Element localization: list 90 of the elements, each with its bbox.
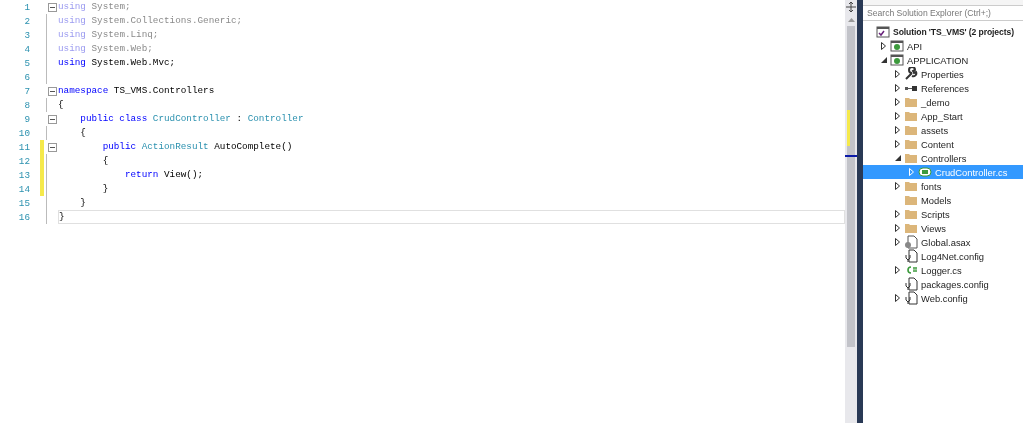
class-file-icon [918,165,932,179]
search-field[interactable]: Search Solution Explorer (Ctrl+;) [863,6,1023,21]
tree-item[interactable]: Properties [863,67,1023,81]
code-line: } [79,196,87,210]
tree-item[interactable]: App_Start [863,109,1023,123]
change-marker [847,110,850,146]
expand-icon[interactable] [895,140,900,148]
expand-icon[interactable] [895,112,900,120]
collapse-icon[interactable] [880,57,887,63]
line-number: 10 [17,127,31,139]
expand-icon[interactable] [895,126,900,134]
expand-icon[interactable] [881,42,886,50]
folder-icon [904,123,918,137]
tree-item[interactable]: Content [863,137,1023,151]
collapse-icon[interactable] [47,114,57,124]
collapse-icon[interactable] [47,142,57,152]
line-number: 12 [17,155,31,167]
expand-icon[interactable] [895,84,900,92]
expand-icon[interactable] [895,238,900,246]
expand-icon[interactable] [895,70,900,78]
tree-item[interactable]: Global.asax [863,235,1023,249]
expand-icon[interactable] [895,266,900,274]
tree-item[interactable]: Logger.cs [863,263,1023,277]
project-icon [890,39,904,53]
collapse-icon[interactable] [894,155,901,161]
code-line: { [101,154,110,168]
code-line: using System.Web.Mvc; [58,56,177,70]
tree-item[interactable]: Web.config [863,291,1023,305]
code-line: public class CrudController : Controller [79,112,305,126]
line-number: 2 [23,15,31,27]
line-number: 9 [23,113,31,125]
expand-icon[interactable] [895,210,900,218]
expand-icon[interactable] [895,182,900,190]
config-file-icon [904,249,918,263]
config-file-icon [904,277,918,291]
project-icon [890,53,904,67]
code-line: return View(); [123,168,205,182]
line-number: 11 [17,141,31,153]
line-number: 5 [23,57,31,69]
code-line: { [58,98,65,112]
code-line: namespace TS_VMS.Controllers [58,84,216,98]
tree-item[interactable]: fonts [863,179,1023,193]
tree-item[interactable]: References [863,81,1023,95]
tree-item[interactable]: Log4Net.config [863,249,1023,263]
line-number: 6 [23,71,31,83]
line-number: 14 [17,183,31,195]
tree-item[interactable]: Scripts [863,207,1023,221]
tree-item[interactable]: assets [863,123,1023,137]
expand-icon[interactable] [895,224,900,232]
scrollbar-thumb[interactable] [847,26,855,347]
folder-icon [904,109,918,123]
folder-icon [904,207,918,221]
tree-item[interactable]: APPLICATION [863,53,1023,67]
line-number: 4 [23,43,31,55]
line-number: 1 [23,1,31,13]
tree-item[interactable]: _demo [863,95,1023,109]
folder-icon [904,95,918,109]
code-line: using System.Web; [58,42,154,56]
code-line: using System; [58,0,132,14]
line-number: 8 [23,99,31,111]
collapse-icon[interactable] [47,2,57,12]
tree-item[interactable]: Controllers [863,151,1023,165]
code-line: { [79,126,87,140]
expand-icon[interactable] [895,294,900,302]
line-number: 16 [17,211,31,223]
line-number: 7 [23,85,31,97]
tree-item[interactable]: Views [863,221,1023,235]
tree-item[interactable]: API [863,39,1023,53]
folder-icon [904,221,918,235]
solution-icon [876,25,890,39]
code-line: public ActionResult AutoComplete() [101,140,294,154]
editor-scrollbar[interactable] [845,0,857,423]
tree-item[interactable]: Models [863,193,1023,207]
folder-icon [904,193,918,207]
config-file-icon [904,291,918,305]
split-icon[interactable] [846,2,856,12]
line-number: 15 [17,197,31,209]
wrench-icon [904,67,918,81]
code-line: using System.Linq; [58,28,160,42]
tree-item[interactable]: Solution 'TS_VMS' (2 projects) [863,25,1023,39]
caret-position-marker [845,155,857,157]
code-line: } [101,182,110,196]
tree-item[interactable]: packages.config [863,277,1023,291]
folder-icon [904,137,918,151]
csharp-file-icon [904,263,918,277]
line-number: 3 [23,29,31,41]
code-line: using System.Collections.Generic; [58,14,244,28]
line-number: 13 [17,169,31,181]
expand-icon[interactable] [895,98,900,106]
collapse-icon[interactable] [47,86,57,96]
